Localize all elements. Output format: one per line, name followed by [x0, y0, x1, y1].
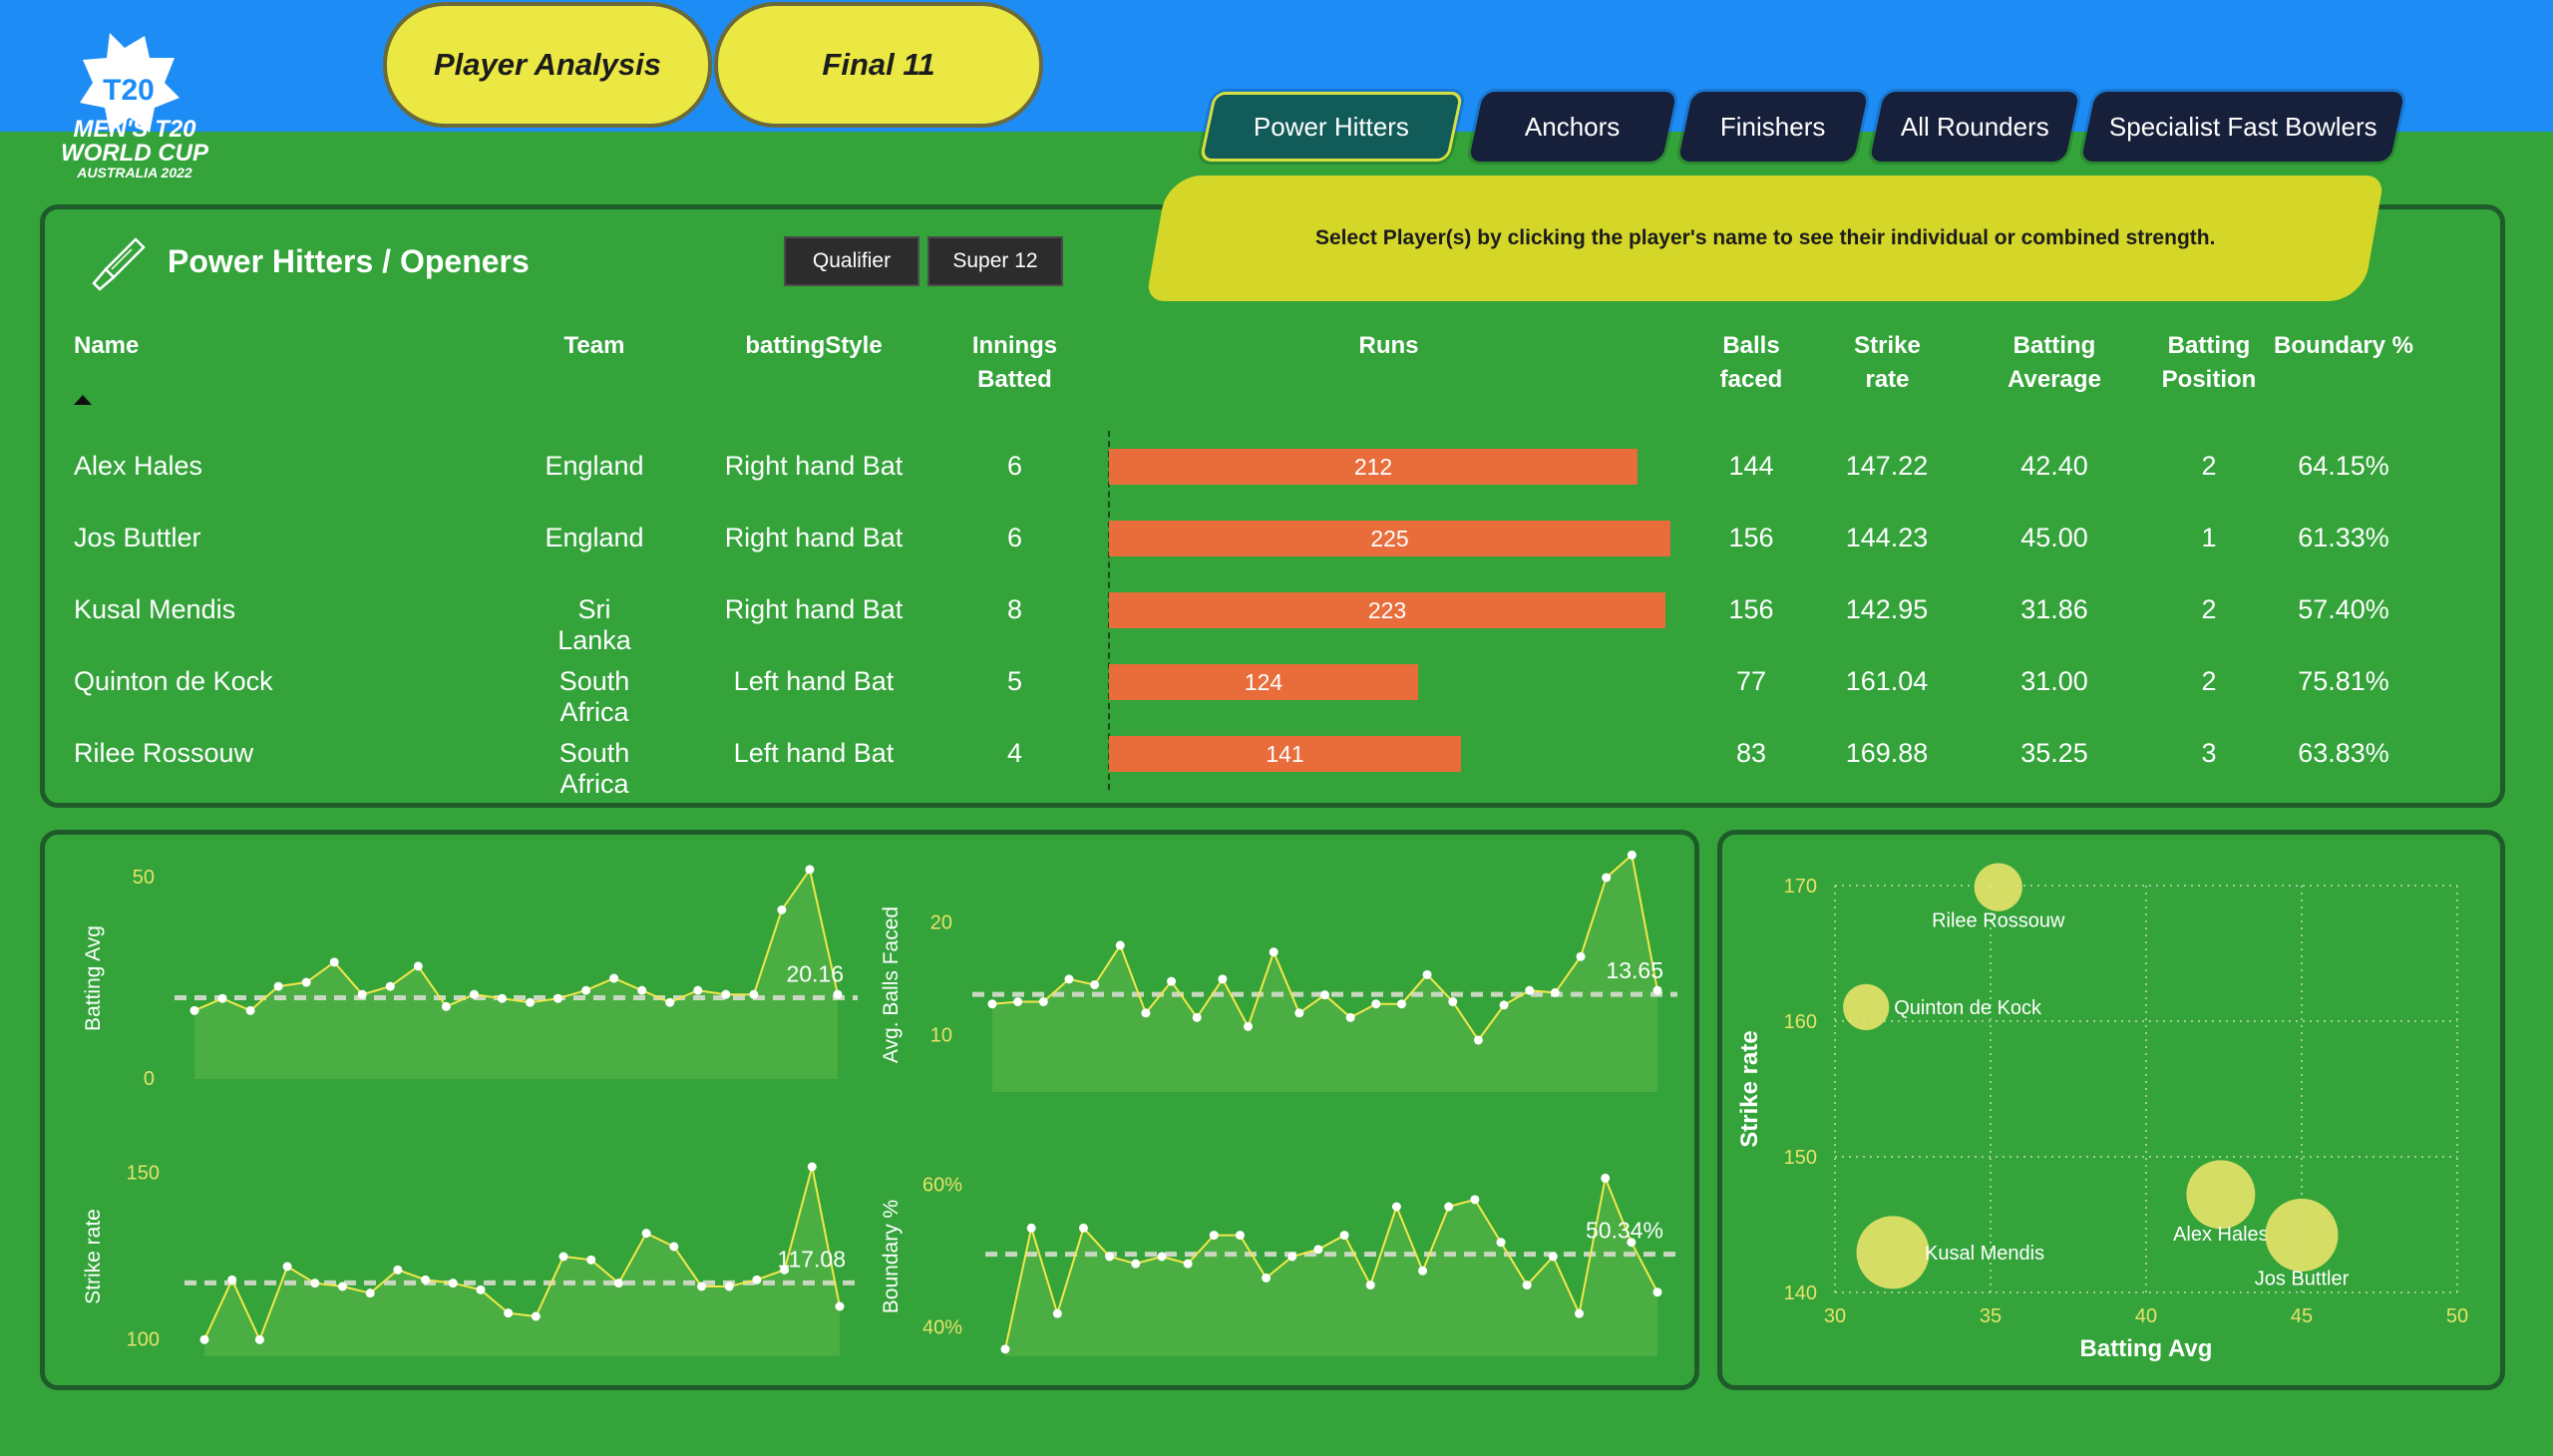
y-tick-label: 160	[1784, 1011, 1817, 1033]
x-tick-label: 50	[2446, 1305, 2468, 1327]
bubble-label: Jos Buttler	[2255, 1268, 2350, 1289]
x-axis-label: Batting Avg	[2080, 1335, 2213, 1362]
bubble-label: Rilee Rossouw	[1932, 910, 2065, 932]
bubble-label: Alex Hales	[2173, 1224, 2269, 1246]
y-tick-label: 150	[1784, 1147, 1817, 1169]
x-tick-label: 45	[2291, 1305, 2313, 1327]
bubble-label: Kusal Mendis	[1925, 1243, 2044, 1265]
scatter-bubble	[1843, 983, 1890, 1030]
bubble-label: Quinton de Kock	[1894, 997, 2042, 1019]
scatter-chart: 30 35 40 45 50 140 150 160 170 Rilee Rossouw Quint…	[1736, 863, 2468, 1362]
x-tick-label: 35	[1980, 1305, 2002, 1327]
scatter-bubble	[2265, 1198, 2339, 1272]
y-tick-label: 140	[1784, 1282, 1817, 1304]
x-tick-label: 30	[1824, 1305, 1846, 1327]
scatter-bubble	[2186, 1160, 2256, 1230]
y-tick-label: 170	[1784, 876, 1817, 898]
y-axis-label: Strike rate	[1736, 1030, 1763, 1147]
x-tick-label: 40	[2135, 1305, 2157, 1327]
scatter-bubble	[1856, 1216, 1930, 1289]
scatter-bubble	[1974, 863, 2022, 911]
